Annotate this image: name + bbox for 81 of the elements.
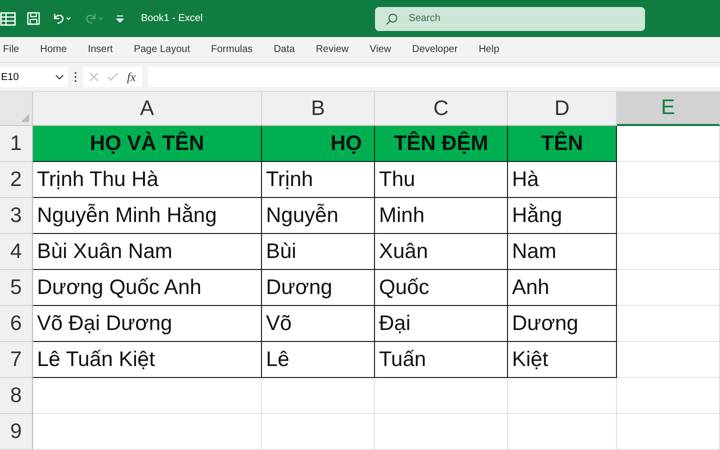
redo-icon[interactable] [83,11,105,26]
table-cell: Đại [375,306,508,342]
empty-cell[interactable] [617,378,720,414]
name-box[interactable]: E10 [0,67,68,87]
menu-tab[interactable]: Data [274,44,295,55]
empty-cell[interactable] [262,414,375,450]
menu-tab[interactable]: Help [478,44,500,55]
menu-tab[interactable]: Formulas [211,44,253,55]
customize-icon[interactable] [115,14,125,24]
empty-cell[interactable] [617,234,720,270]
row-header[interactable]: 4 [0,234,33,270]
cancel-icon[interactable] [89,72,99,82]
empty-cell[interactable] [617,414,720,450]
row-header[interactable]: 1 [0,126,33,162]
save-icon[interactable] [26,11,41,26]
row-header[interactable]: 8 [0,378,33,414]
menu-tab[interactable]: Review [316,44,349,55]
triangle-icon [21,114,29,122]
menu-tab[interactable]: Developer [412,44,458,55]
empty-cell[interactable] [617,162,720,198]
menu-tab[interactable]: File [3,44,20,55]
table-cell: HỌ [262,126,375,162]
table-cell: Anh [508,270,617,306]
column-header[interactable]: B [262,92,375,126]
search-icon [384,12,399,26]
table-cell: Võ [262,306,375,342]
table-cell: Bùi [262,234,375,270]
more-dots-icon [74,71,77,83]
select-all-corner[interactable] [0,92,33,126]
row-header[interactable]: 2 [0,162,33,198]
empty-cell[interactable] [617,306,720,342]
column-header[interactable]: C [375,92,508,126]
table-cell: Tuấn [375,342,508,378]
table-cell: Nam [508,234,617,270]
window-title: Book1 - Excel [141,13,203,24]
dropdown-caret-icon [55,74,64,80]
table-cell: Dương Quốc Anh [33,270,262,306]
table-cell: Trịnh [262,162,375,198]
table-cell: TÊN ĐỆM [375,126,508,162]
menu-tab[interactable]: Insert [88,44,113,55]
table-cell: Minh [375,198,508,234]
table-cell: Xuân [375,234,508,270]
empty-cell[interactable] [262,378,375,414]
table-cell: Dương [508,306,617,342]
table-cell: TÊN [508,126,617,162]
table-cell: Nguyễn [262,198,375,234]
enter-check-icon[interactable] [107,72,119,82]
empty-cell[interactable] [375,414,508,450]
table-cell: Quốc [375,270,508,306]
menu-tab[interactable]: View [370,44,392,55]
table-cell: HỌ VÀ TÊN [33,126,262,162]
empty-cell[interactable] [508,378,617,414]
table-cell: Nguyễn Minh Hằng [33,198,262,234]
row-header[interactable]: 6 [0,306,33,342]
menu-tab[interactable]: Home [40,44,67,55]
column-header[interactable]: A [33,92,262,126]
table-cell: Trịnh Thu Hà [33,162,262,198]
menu-tab[interactable]: Page Layout [134,44,190,55]
spreadsheet-icon[interactable] [0,10,16,26]
row-header[interactable]: 9 [0,414,33,450]
table-cell: Kiệt [508,342,617,378]
table-cell: Lê Tuấn Kiệt [33,342,262,378]
empty-cell[interactable] [617,270,720,306]
column-header[interactable]: D [508,92,617,126]
empty-cell[interactable] [617,342,720,378]
empty-cell[interactable] [375,378,508,414]
row-header[interactable]: 5 [0,270,33,306]
undo-icon[interactable] [51,11,73,26]
table-cell: Bùi Xuân Nam [33,234,262,270]
search-field[interactable]: Search [374,6,645,30]
row-header[interactable]: 3 [0,198,33,234]
table-cell: Lê [262,342,375,378]
table-cell: Thu [375,162,508,198]
insert-function-button[interactable]: fx [127,70,136,84]
table-cell: Hằng [508,198,617,234]
empty-cell[interactable] [617,198,720,234]
empty-cell[interactable] [508,414,617,450]
table-cell: Dương [262,270,375,306]
row-header[interactable]: 7 [0,342,33,378]
table-cell: Võ Đại Dương [33,306,262,342]
table-cell: Hà [508,162,617,198]
